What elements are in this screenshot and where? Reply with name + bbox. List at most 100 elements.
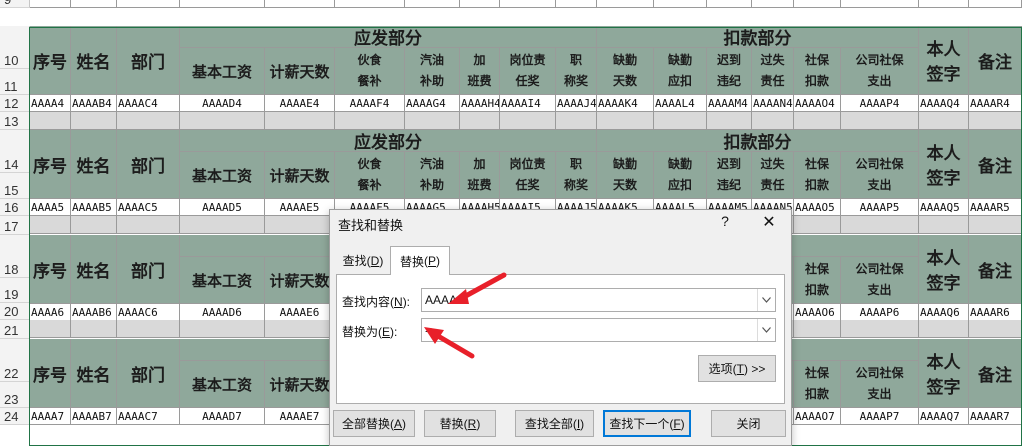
cell[interactable] [500,0,556,8]
chevron-down-icon[interactable] [757,289,775,311]
header-cell[interactable]: 社保 扣款 [794,257,841,304]
cell[interactable] [265,0,335,8]
spacer-cell[interactable] [117,320,180,338]
spacer-cell[interactable] [556,112,597,130]
row-header[interactable]: 17 [0,216,30,235]
header-dept[interactable]: 部门 [117,26,180,95]
row-header[interactable]: 22 [0,339,30,382]
spacer-cell[interactable] [752,112,794,130]
data-cell[interactable]: AAAAB6 [71,304,117,321]
header-cell[interactable]: 计薪天数 [265,152,335,199]
header-cell[interactable]: 迟到违纪 [707,48,752,95]
header-cell[interactable]: 岗位责任奖 [500,48,556,95]
find-all-button[interactable]: 查找全部(I) [515,410,594,437]
data-cell[interactable]: AAAAD4 [180,95,265,112]
header-dept[interactable]: 部门 [117,235,180,304]
data-cell[interactable]: AAAAE6 [265,304,335,321]
data-cell[interactable]: AAAAC4 [117,95,180,112]
data-cell[interactable]: AAAAB7 [71,408,117,425]
header-cell[interactable]: 基本工资 [180,152,265,199]
header-group-payable[interactable]: 应发部分 [180,26,597,48]
row-header[interactable]: 13 [0,112,30,130]
header-cell[interactable]: 伙食餐补 [335,152,405,199]
data-cell[interactable]: AAAAE7 [265,408,335,425]
spacer-cell[interactable] [71,112,117,130]
cell[interactable] [752,0,794,8]
spacer-cell[interactable] [500,112,556,130]
header-cell[interactable]: 加班费 [460,152,500,199]
spacer-cell[interactable] [919,320,969,338]
header-signature[interactable]: 本人 签字 [919,26,969,95]
spacer-cell[interactable] [117,112,180,130]
spacer-cell[interactable] [180,320,265,338]
spacer-cell[interactable] [180,216,265,234]
find-next-button[interactable]: 查找下一个(F) [603,410,691,437]
spacer-cell[interactable] [71,320,117,338]
cell[interactable] [460,0,500,8]
data-cell[interactable]: AAAAR4 [969,95,1022,112]
chevron-down-icon[interactable] [757,319,775,341]
header-cell[interactable]: 计薪天数 [265,361,335,408]
spacer-cell[interactable] [841,112,919,130]
close-icon[interactable]: ✕ [760,212,778,232]
header-cell[interactable]: 缺勤应扣 [654,152,707,199]
header-cell[interactable]: 缺勤天数 [597,152,654,199]
spacer-cell[interactable] [969,216,1022,234]
cell[interactable] [707,0,752,8]
spacer-cell[interactable] [71,216,117,234]
data-cell[interactable]: AAAAN4 [752,95,794,112]
spacer-cell[interactable] [969,112,1022,130]
header-cell[interactable]: 基本工资 [180,257,265,304]
data-cell[interactable]: AAAAQ4 [919,95,969,112]
spacer-cell[interactable] [841,216,919,234]
header-cell[interactable]: 计薪天数 [265,48,335,95]
header-seq[interactable]: 序号 [30,26,71,95]
data-cell[interactable]: AAAAC5 [117,199,180,216]
data-cell[interactable]: AAAAO6 [794,304,841,321]
header-cell[interactable]: 过失责任 [752,48,794,95]
data-cell[interactable]: AAAAQ7 [919,408,969,425]
data-cell[interactable]: AAAAF4 [335,95,405,112]
data-cell[interactable]: AAAAE5 [265,199,335,216]
data-cell[interactable]: AAAAC7 [117,408,180,425]
spacer-cell[interactable] [919,216,969,234]
header-signature[interactable]: 本人 签字 [919,235,969,304]
header-cell[interactable]: 社保 扣款 [794,48,841,95]
header-signature[interactable]: 本人 签字 [919,339,969,408]
data-cell[interactable]: AAAAK4 [597,95,654,112]
row-header[interactable]: 10 [0,26,30,69]
spacer-cell[interactable] [794,112,841,130]
header-seq[interactable]: 序号 [30,339,71,408]
cell[interactable] [654,0,707,8]
data-cell[interactable]: AAAAP7 [841,408,919,425]
row-header[interactable]: 12 [0,95,30,112]
header-cell[interactable]: 公司社保 支出 [841,152,919,199]
header-cell[interactable]: 公司社保 支出 [841,361,919,408]
header-cell[interactable]: 社保 扣款 [794,152,841,199]
cell[interactable] [841,0,919,8]
spacer-cell[interactable] [794,320,841,338]
cell[interactable] [556,0,597,8]
cell[interactable] [180,0,265,8]
replace-all-button[interactable]: 全部替换(A) [333,410,415,437]
header-cell[interactable]: 公司社保 支出 [841,257,919,304]
row-header[interactable]: 16 [0,199,30,216]
header-name[interactable]: 姓名 [71,130,117,199]
header-seq[interactable]: 序号 [30,235,71,304]
spacer-cell[interactable] [30,112,71,130]
close-button[interactable]: 关闭 [711,410,786,437]
spacer-cell[interactable] [460,112,500,130]
spacer-cell[interactable] [405,112,460,130]
data-cell[interactable]: AAAAP6 [841,304,919,321]
row-header[interactable]: 23 [0,382,30,408]
row-header[interactable]: 11 [0,69,30,95]
spacer-cell[interactable] [265,112,335,130]
header-cell[interactable]: 社保 扣款 [794,361,841,408]
data-cell[interactable]: AAAAQ6 [919,304,969,321]
data-cell[interactable]: AAAA4 [30,95,71,112]
tab-replace[interactable]: 替换(P) [390,246,450,275]
spacer-cell[interactable] [654,112,707,130]
data-cell[interactable]: AAAAO4 [794,95,841,112]
find-what-input[interactable]: AAAA [421,288,776,312]
spacer-cell[interactable] [841,320,919,338]
